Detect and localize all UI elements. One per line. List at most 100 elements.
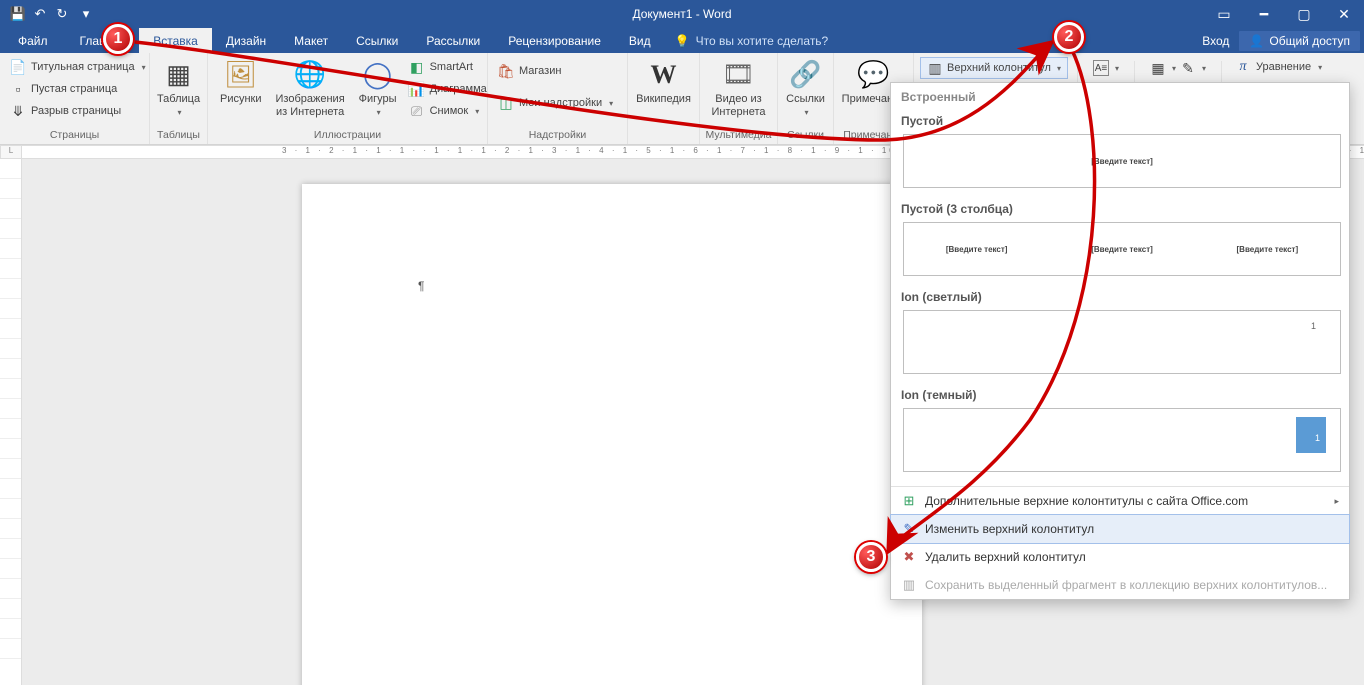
page-break-button[interactable]: ⤋ Разрыв страницы <box>6 101 150 121</box>
chevron-down-icon: ▾ <box>1172 64 1176 73</box>
blank-page-icon: ▫ <box>10 81 26 97</box>
online-pictures-button[interactable]: 🌐 Изображения из Интернета <box>270 57 351 120</box>
gallery-item-pustoy-3col[interactable]: [Введите текст] [Введите текст] [Введите… <box>903 222 1341 276</box>
tab-view[interactable]: Вид <box>615 28 665 53</box>
share-label: Общий доступ <box>1269 34 1350 48</box>
paragraph-mark-icon: ¶ <box>418 279 424 293</box>
gallery-item-ion-dark[interactable]: 1 <box>903 408 1341 472</box>
more-headers-office-action[interactable]: ⊞ Дополнительные верхние колонтитулы с с… <box>891 487 1349 515</box>
minimize-icon[interactable]: ━ <box>1244 0 1284 28</box>
wordart-icon[interactable]: ✎ <box>1180 60 1196 76</box>
table-icon: ▦ <box>163 59 195 91</box>
undo-icon[interactable]: ↶ <box>32 6 48 22</box>
more-headers-label: Дополнительные верхние колонтитулы с сай… <box>925 494 1248 508</box>
chart-button[interactable]: 📊 Диаграмма <box>405 79 491 99</box>
tell-me-search[interactable]: 💡 Что вы хотите сделать? <box>675 28 829 53</box>
video-label: Видео из Интернета <box>712 93 766 118</box>
cover-page-button[interactable]: 📄 Титульная страница ▾ <box>6 57 150 77</box>
page[interactable]: ¶ <box>302 184 922 685</box>
annotation-badge-2: 2 <box>1054 22 1084 52</box>
ion-accent-block <box>1296 417 1326 453</box>
chevron-down-icon: ▾ <box>377 108 381 117</box>
gallery-item-ion-light[interactable]: 1 <box>903 310 1341 374</box>
group-media: 🎞 Видео из Интернета Мультимедиа <box>700 53 778 144</box>
close-icon[interactable]: ✕ <box>1324 0 1364 28</box>
blank-page-button[interactable]: ▫ Пустая страница <box>6 79 150 99</box>
pictures-label: Рисунки <box>220 93 262 106</box>
ruler-corner[interactable]: L <box>0 145 22 159</box>
edit-header-action[interactable]: ✎ Изменить верхний колонтитул <box>891 515 1349 543</box>
chevron-down-icon: ▾ <box>1318 63 1322 72</box>
ribbon-tabs: Файл Главная Вставка Дизайн Макет Ссылки… <box>0 28 1364 53</box>
table-button[interactable]: ▦ Таблица ▾ <box>151 57 206 119</box>
annotation-badge-3: 3 <box>856 542 886 572</box>
gallery-item-title: Ion (светлый) <box>901 284 1343 308</box>
bulb-icon: 💡 <box>675 34 690 48</box>
preview-placeholder: [Введите текст] <box>1091 157 1153 166</box>
equation-button[interactable]: π Уравнение ▾ <box>1231 57 1326 77</box>
remove-header-action[interactable]: ✖ Удалить верхний колонтитул <box>891 543 1349 571</box>
header-dropdown-button[interactable]: ▥ Верхний колонтитул ▾ <box>920 57 1068 79</box>
tab-references[interactable]: Ссылки <box>342 28 412 53</box>
chart-icon: 📊 <box>409 81 425 97</box>
cover-page-label: Титульная страница <box>31 61 135 73</box>
preview-pagenum: 1 <box>1311 321 1316 331</box>
shapes-label: Фигуры <box>359 93 397 106</box>
maximize-icon[interactable]: ▢ <box>1284 0 1324 28</box>
gallery-item-pustoy[interactable]: [Введите текст] <box>903 134 1341 188</box>
online-video-button[interactable]: 🎞 Видео из Интернета <box>706 57 772 120</box>
wikipedia-button[interactable]: W Википедия <box>630 57 697 108</box>
gallery-section-label: Встроенный <box>901 86 1343 108</box>
store-button[interactable]: 🛍 Магазин <box>494 61 617 81</box>
qat-customize-icon[interactable]: ▾ <box>78 6 94 22</box>
tab-insert[interactable]: Вставка <box>139 28 212 53</box>
store-label: Магазин <box>519 65 561 77</box>
preview-placeholder: [Введите текст] <box>946 245 1008 254</box>
screenshot-button[interactable]: ⎚ Снимок ▾ <box>405 101 491 121</box>
online-pictures-label: Изображения из Интернета <box>276 93 345 118</box>
equation-icon: π <box>1235 59 1251 75</box>
smartart-icon: ◧ <box>409 59 425 75</box>
ribbon-options-icon[interactable]: ▭ <box>1204 0 1244 28</box>
chevron-down-icon: ▾ <box>1115 64 1119 73</box>
pictures-icon: 🖼 <box>225 59 257 91</box>
redo-icon[interactable]: ↻ <box>54 6 70 22</box>
my-addins-button[interactable]: ◫ Мои надстройки ▾ <box>494 93 617 113</box>
tab-design[interactable]: Дизайн <box>212 28 280 53</box>
gallery-footer: ⊞ Дополнительные верхние колонтитулы с с… <box>891 486 1349 599</box>
vertical-ruler[interactable] <box>0 159 22 685</box>
save-icon[interactable]: 💾 <box>10 6 26 22</box>
share-icon: 👤 <box>1249 34 1264 48</box>
cover-page-icon: 📄 <box>10 59 26 75</box>
header-icon: ▥ <box>927 60 943 76</box>
links-button[interactable]: 🔗 Ссылки ▾ <box>780 57 831 119</box>
share-button[interactable]: 👤 Общий доступ <box>1239 31 1360 51</box>
pictures-button[interactable]: 🖼 Рисунки <box>214 57 268 108</box>
shapes-button[interactable]: ◯ Фигуры ▾ <box>353 57 403 119</box>
equation-label: Уравнение <box>1256 61 1311 73</box>
remove-header-icon: ✖ <box>901 549 917 565</box>
chart-label: Диаграмма <box>430 83 487 95</box>
wikipedia-label: Википедия <box>636 93 691 106</box>
group-illustrations: 🖼 Рисунки 🌐 Изображения из Интернета ◯ Ф… <box>208 53 488 144</box>
textbox-icon[interactable]: A≡ <box>1093 60 1109 76</box>
group-tables-label: Таблицы <box>150 129 207 144</box>
quickparts-icon[interactable]: ▦ <box>1150 60 1166 76</box>
shapes-icon: ◯ <box>362 59 394 91</box>
group-pages: 📄 Титульная страница ▾ ▫ Пустая страница… <box>0 53 150 144</box>
tab-layout[interactable]: Макет <box>280 28 342 53</box>
chevron-down-icon: ▾ <box>142 63 146 72</box>
sign-in-link[interactable]: Вход <box>1202 34 1229 48</box>
chevron-right-icon: ▸ <box>1334 496 1339 507</box>
tab-review[interactable]: Рецензирование <box>494 28 615 53</box>
smartart-button[interactable]: ◧ SmartArt <box>405 57 491 77</box>
office-icon: ⊞ <box>901 493 917 509</box>
page-break-icon: ⤋ <box>10 103 26 119</box>
quick-access-toolbar: 💾 ↶ ↻ ▾ <box>0 6 94 22</box>
tab-mailings[interactable]: Рассылки <box>412 28 494 53</box>
preview-pagenum: 1 <box>1315 433 1320 443</box>
group-illustrations-label: Иллюстрации <box>208 129 487 144</box>
link-icon: 🔗 <box>790 59 822 91</box>
tab-file[interactable]: Файл <box>0 28 66 53</box>
video-icon: 🎞 <box>723 59 755 91</box>
